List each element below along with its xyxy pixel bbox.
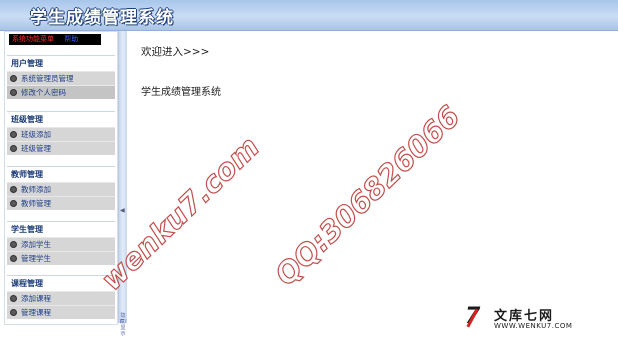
group-title[interactable]: 班级管理	[7, 111, 115, 127]
logo-url: WWW.WENKU7.COM	[494, 322, 573, 330]
bullet-icon	[10, 75, 17, 82]
menu-item-student-add[interactable]: 添加学生	[7, 237, 115, 251]
group-course-management: 课程管理 添加课程 管理课程	[7, 275, 115, 319]
group-title[interactable]: 教师管理	[7, 166, 115, 182]
menu-item-admin-management[interactable]: 系统管理员管理	[7, 71, 115, 85]
bullet-icon	[10, 255, 17, 262]
menu-banner: 系统功能菜单 帮助	[9, 34, 101, 45]
menu-item-label: 班级管理	[21, 144, 51, 153]
bullet-icon	[10, 131, 17, 138]
bullet-icon	[10, 295, 17, 302]
bullet-icon	[10, 309, 17, 316]
group-user-management: 用户管理 系统管理员管理 修改个人密码	[7, 55, 115, 99]
help-link[interactable]: 帮助	[64, 35, 78, 43]
menu-item-student-manage[interactable]: 管理学生	[7, 251, 115, 265]
bullet-icon	[10, 200, 17, 207]
menu-item-class-manage[interactable]: 班级管理	[7, 141, 115, 155]
bullet-icon	[10, 241, 17, 248]
collapse-arrow-icon[interactable]: ◀	[120, 207, 125, 214]
group-title[interactable]: 学生管理	[7, 221, 115, 237]
menu-item-teacher-add[interactable]: 教师添加	[7, 182, 115, 196]
group-teacher-management: 教师管理 教师添加 教师管理	[7, 166, 115, 210]
menu-item-change-password[interactable]: 修改个人密码	[7, 85, 115, 99]
bullet-icon	[10, 186, 17, 193]
menu-item-teacher-manage[interactable]: 教师管理	[7, 196, 115, 210]
menu-item-class-add[interactable]: 班级添加	[7, 127, 115, 141]
menu-item-label: 管理学生	[21, 254, 51, 263]
splitter-label[interactable]: 隐藏/显示	[119, 313, 127, 337]
menu-item-label: 系统管理员管理	[21, 74, 74, 83]
menu-item-label: 添加课程	[21, 294, 51, 303]
app-title: 学生成绩管理系统	[30, 8, 174, 28]
system-name-text: 学生成绩管理系统	[141, 87, 221, 98]
bullet-icon	[10, 145, 17, 152]
bullet-icon	[10, 89, 17, 96]
menu-item-label: 教师添加	[21, 185, 51, 194]
menu-item-label: 修改个人密码	[21, 88, 66, 97]
menu-item-label: 添加学生	[21, 240, 51, 249]
menu-banner-title: 系统功能菜单	[12, 35, 54, 43]
menu-item-course-add[interactable]: 添加课程	[7, 291, 115, 305]
menu-item-label: 管理课程	[21, 308, 51, 317]
group-title[interactable]: 用户管理	[7, 55, 115, 71]
sidebar: 系统功能菜单 帮助 用户管理 系统管理员管理 修改个人密码 班级管理 班级添加 …	[4, 31, 118, 325]
site-logo: 7 文库七网 WWW.WENKU7.COM	[465, 304, 615, 334]
menu-item-course-manage[interactable]: 管理课程	[7, 305, 115, 319]
app-header: 学生成绩管理系统	[0, 0, 618, 31]
menu-item-label: 班级添加	[21, 130, 51, 139]
group-student-management: 学生管理 添加学生 管理学生	[7, 221, 115, 265]
menu-item-label: 教师管理	[21, 199, 51, 208]
welcome-text: 欢迎进入>>>	[141, 46, 210, 58]
group-class-management: 班级管理 班级添加 班级管理	[7, 111, 115, 155]
